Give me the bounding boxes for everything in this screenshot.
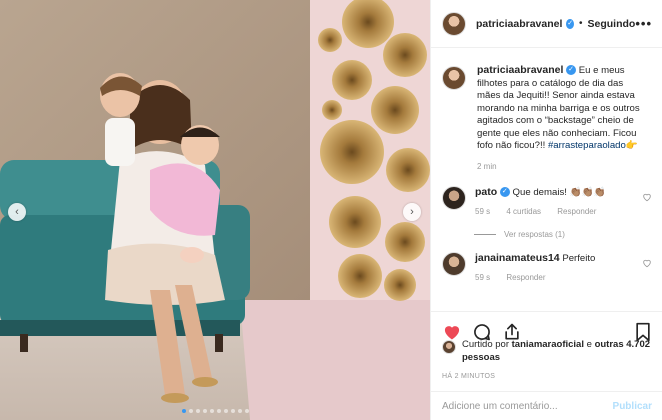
carousel-dot (216, 409, 221, 413)
carousel-dots (0, 409, 430, 413)
liked-by-prefix: Curtido por (462, 339, 509, 350)
comment-username[interactable]: pato (475, 186, 497, 198)
author-avatar[interactable] (442, 11, 466, 36)
comment-likes[interactable]: 4 curtidas (506, 207, 541, 216)
carousel-dot (237, 409, 242, 413)
comment-time: 59 s (475, 272, 491, 282)
comment-item: pato ✓ Que demais! 👏🏽👏🏽👏🏽 59 s 4 curtida… (442, 186, 652, 218)
caption: patriciaabravanel ✓ Eu e meus filhotes p… (442, 64, 652, 173)
post-header: patriciaabravanel ✓ • Seguindo ••• (431, 0, 662, 48)
post-photo[interactable]: ‹ › (0, 0, 430, 420)
caption-time: 2 min (477, 161, 497, 171)
comment-body: pato ✓ Que demais! 👏🏽👏🏽👏🏽 59 s 4 curtida… (475, 186, 645, 218)
chevron-right-icon: › (410, 206, 414, 218)
comment-text: Perfeito (562, 253, 596, 264)
chevron-left-icon: ‹ (15, 206, 19, 218)
carousel-dot (188, 409, 193, 413)
verified-badge-icon: ✓ (499, 187, 510, 198)
author-username[interactable]: patriciaabravanel (476, 18, 562, 30)
comment-item: janainamateus14 Perfeito 59 s Responder (442, 252, 652, 284)
verified-badge-icon: ✓ (566, 18, 574, 29)
comment-username[interactable]: janainamateus14 (475, 252, 560, 264)
comment-input[interactable] (442, 400, 602, 412)
caption-author-username[interactable]: patriciaabravanel (477, 64, 563, 76)
carousel-dot (244, 409, 249, 413)
reply-button[interactable]: Responder (506, 273, 545, 282)
caption-text: Eu e meus filhotes para o catálogo de di… (477, 65, 640, 151)
caption-author-avatar[interactable] (442, 66, 466, 90)
caption-body: patriciaabravanel ✓ Eu e meus filhotes p… (477, 64, 645, 173)
add-comment-bar: Publicar (431, 391, 662, 420)
carousel-dot (181, 409, 186, 413)
pointing-right-emoji-icon: 👉 (625, 140, 638, 151)
comment-meta: 59 s 4 curtidas Responder (475, 206, 645, 219)
publish-button[interactable]: Publicar (613, 401, 652, 412)
carousel-dot (195, 409, 200, 413)
comment-time: 59 s (475, 206, 491, 216)
carousel-next-button[interactable]: › (403, 203, 421, 221)
comment-like-heart-icon[interactable] (642, 192, 652, 202)
carousel-dot (230, 409, 235, 413)
likes-text: Curtido por taniamaraoficial e outras 4.… (462, 339, 654, 364)
post-timestamp[interactable]: HÁ 2 MINUTOS (442, 373, 495, 380)
comment-like-heart-icon[interactable] (642, 258, 652, 268)
liked-by-joiner: e (586, 339, 592, 350)
liker-avatar[interactable] (442, 340, 456, 354)
comment-meta: 59 s Responder (475, 272, 645, 285)
family-photo-image (0, 0, 430, 420)
caption-hashtag[interactable]: #arrasteparaolado (548, 140, 626, 151)
liker-username[interactable]: taniamaraoficial (512, 339, 584, 350)
separator-dot: • (578, 18, 583, 29)
reply-button[interactable]: Responder (557, 207, 596, 216)
comment-text: Que demais! 👏🏽👏🏽👏🏽 (512, 187, 606, 198)
carousel-dot (209, 409, 214, 413)
comment-avatar[interactable] (442, 186, 466, 210)
following-button[interactable]: Seguindo (588, 18, 636, 30)
carousel-prev-button[interactable]: ‹ (8, 203, 26, 221)
carousel-dot (223, 409, 228, 413)
view-replies-label: Ver respostas (1) (504, 230, 565, 239)
view-replies-button[interactable]: Ver respostas (1) (474, 230, 652, 239)
more-options-icon[interactable]: ••• (635, 16, 652, 31)
carousel-dot (202, 409, 207, 413)
replies-line (474, 234, 496, 235)
comments-list[interactable]: patriciaabravanel ✓ Eu e meus filhotes p… (431, 49, 662, 311)
comment-avatar[interactable] (442, 252, 466, 276)
comment-body: janainamateus14 Perfeito 59 s Responder (475, 252, 645, 284)
post-side-panel: patriciaabravanel ✓ • Seguindo ••• patri… (430, 0, 662, 420)
verified-badge-icon: ✓ (566, 65, 577, 76)
likes-summary: Curtido por taniamaraoficial e outras 4.… (442, 339, 654, 364)
